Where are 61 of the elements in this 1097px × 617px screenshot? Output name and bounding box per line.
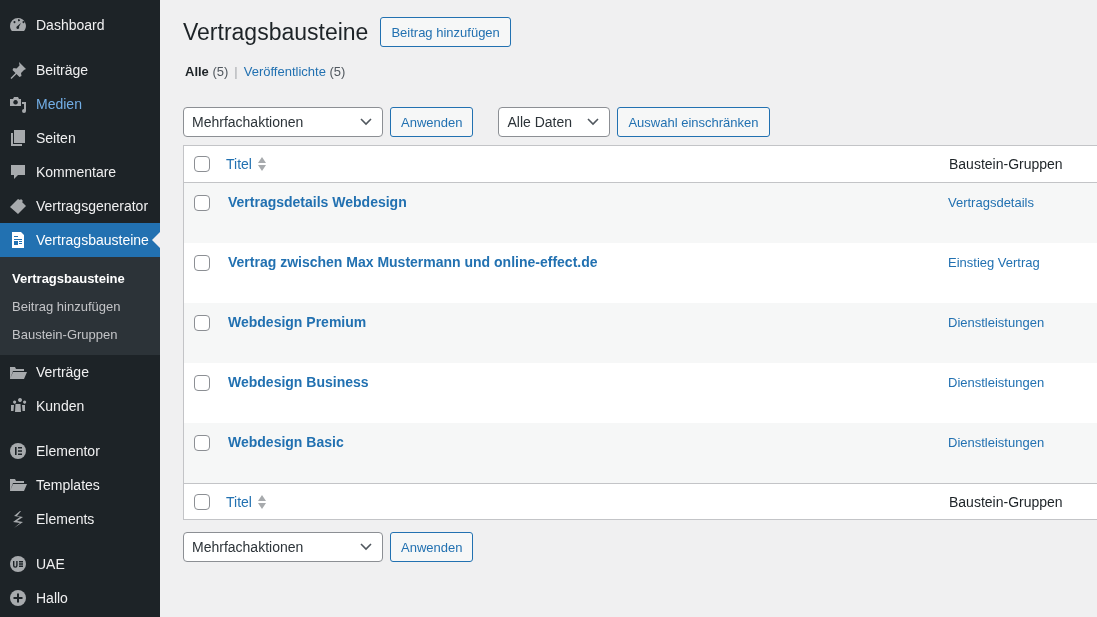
page-title: Vertragsbausteine — [183, 18, 369, 46]
checkbox[interactable] — [194, 375, 210, 391]
post-title-link[interactable]: Webdesign Basic — [228, 434, 344, 450]
menu-item[interactable]: Kunden — [0, 389, 160, 423]
menu-item[interactable]: Elementor — [0, 434, 160, 468]
checkbox[interactable] — [194, 156, 210, 172]
speech-bubble-icon — [8, 162, 28, 182]
menu-item[interactable]: Verträge — [0, 355, 160, 389]
bulk-actions-select[interactable]: Mehrfachaktionen — [183, 532, 383, 562]
pages-icon — [8, 128, 28, 148]
circle-logo-icon — [8, 441, 28, 461]
menu-item[interactable]: Kommentare — [0, 155, 160, 189]
checkbox[interactable] — [194, 255, 210, 271]
pin-icon — [8, 60, 28, 80]
apply-button[interactable]: Anwenden — [390, 107, 474, 137]
plus-circle-icon — [8, 588, 28, 608]
menu-item[interactable]: Hallo — [0, 581, 160, 615]
submenu-item[interactable]: Beitrag hinzufügen — [0, 292, 121, 320]
menu-item[interactable]: Vertragsbausteine — [0, 223, 160, 257]
menu-item[interactable]: Templates — [0, 468, 160, 502]
group-link[interactable]: Einstieg Vertrag — [948, 254, 1040, 270]
group-link[interactable]: Vertragsdetails — [948, 194, 1034, 210]
checkbox[interactable] — [194, 493, 210, 510]
chevron-icon — [587, 118, 600, 126]
menu-item[interactable]: Seiten — [0, 121, 160, 155]
column-header: Baustein-Gruppen — [949, 156, 1063, 172]
post-title-link[interactable]: Vertragsdetails Webdesign — [228, 194, 407, 210]
column-sort-link[interactable]: Titel — [226, 493, 252, 510]
group-link[interactable]: Dienstleistungen — [948, 374, 1045, 390]
checkbox[interactable] — [194, 195, 210, 211]
apply-button[interactable]: Anwenden — [390, 532, 474, 562]
group-link[interactable]: Dienstleistungen — [948, 434, 1045, 450]
separator: | — [234, 63, 238, 79]
menu-item[interactable]: Beiträge — [0, 53, 160, 87]
checkbox[interactable] — [194, 315, 210, 331]
menu-item[interactable]: Elements — [0, 502, 160, 536]
filter-button[interactable]: Auswahl einschränken — [617, 107, 770, 137]
bulk-actions-select[interactable]: Mehrfachaktionen — [183, 107, 383, 137]
circle-logo-icon — [8, 554, 28, 574]
menu-item[interactable]: UAE — [0, 547, 160, 581]
add-post-button[interactable]: Beitrag hinzufügen — [380, 17, 511, 47]
column-sort-link[interactable]: Titel — [226, 156, 252, 172]
column-header: Baustein-Gruppen — [949, 493, 1063, 510]
sort-arrows-icon — [256, 494, 267, 509]
date-filter-select[interactable]: Alle Daten — [498, 107, 611, 137]
checkbox[interactable] — [194, 435, 210, 451]
view-filter-link[interactable]: Alle (5) — [185, 63, 229, 79]
media-icon — [8, 94, 28, 114]
chevron-icon — [360, 543, 372, 551]
submenu-item[interactable]: Baustein-Gruppen — [0, 320, 118, 348]
submenu-item[interactable]: Vertragsbausteine — [0, 264, 125, 292]
sort-arrows-icon — [256, 157, 267, 171]
menu-item[interactable]: Dashboard — [0, 8, 160, 42]
chevron-icon — [360, 118, 372, 126]
menu-item[interactable]: Vertragsgenerator — [0, 189, 160, 223]
post-title-link[interactable]: Webdesign Premium — [228, 314, 367, 330]
view-filter-link[interactable]: Veröffentlichte (5) — [243, 63, 346, 79]
menu-item[interactable]: Medien — [0, 87, 160, 121]
group-link[interactable]: Dienstleistungen — [948, 314, 1045, 330]
post-title-link[interactable]: Vertrag zwischen Max Mustermann und online-effect.de — [228, 254, 598, 270]
post-title-link[interactable]: Webdesign Business — [228, 374, 369, 390]
